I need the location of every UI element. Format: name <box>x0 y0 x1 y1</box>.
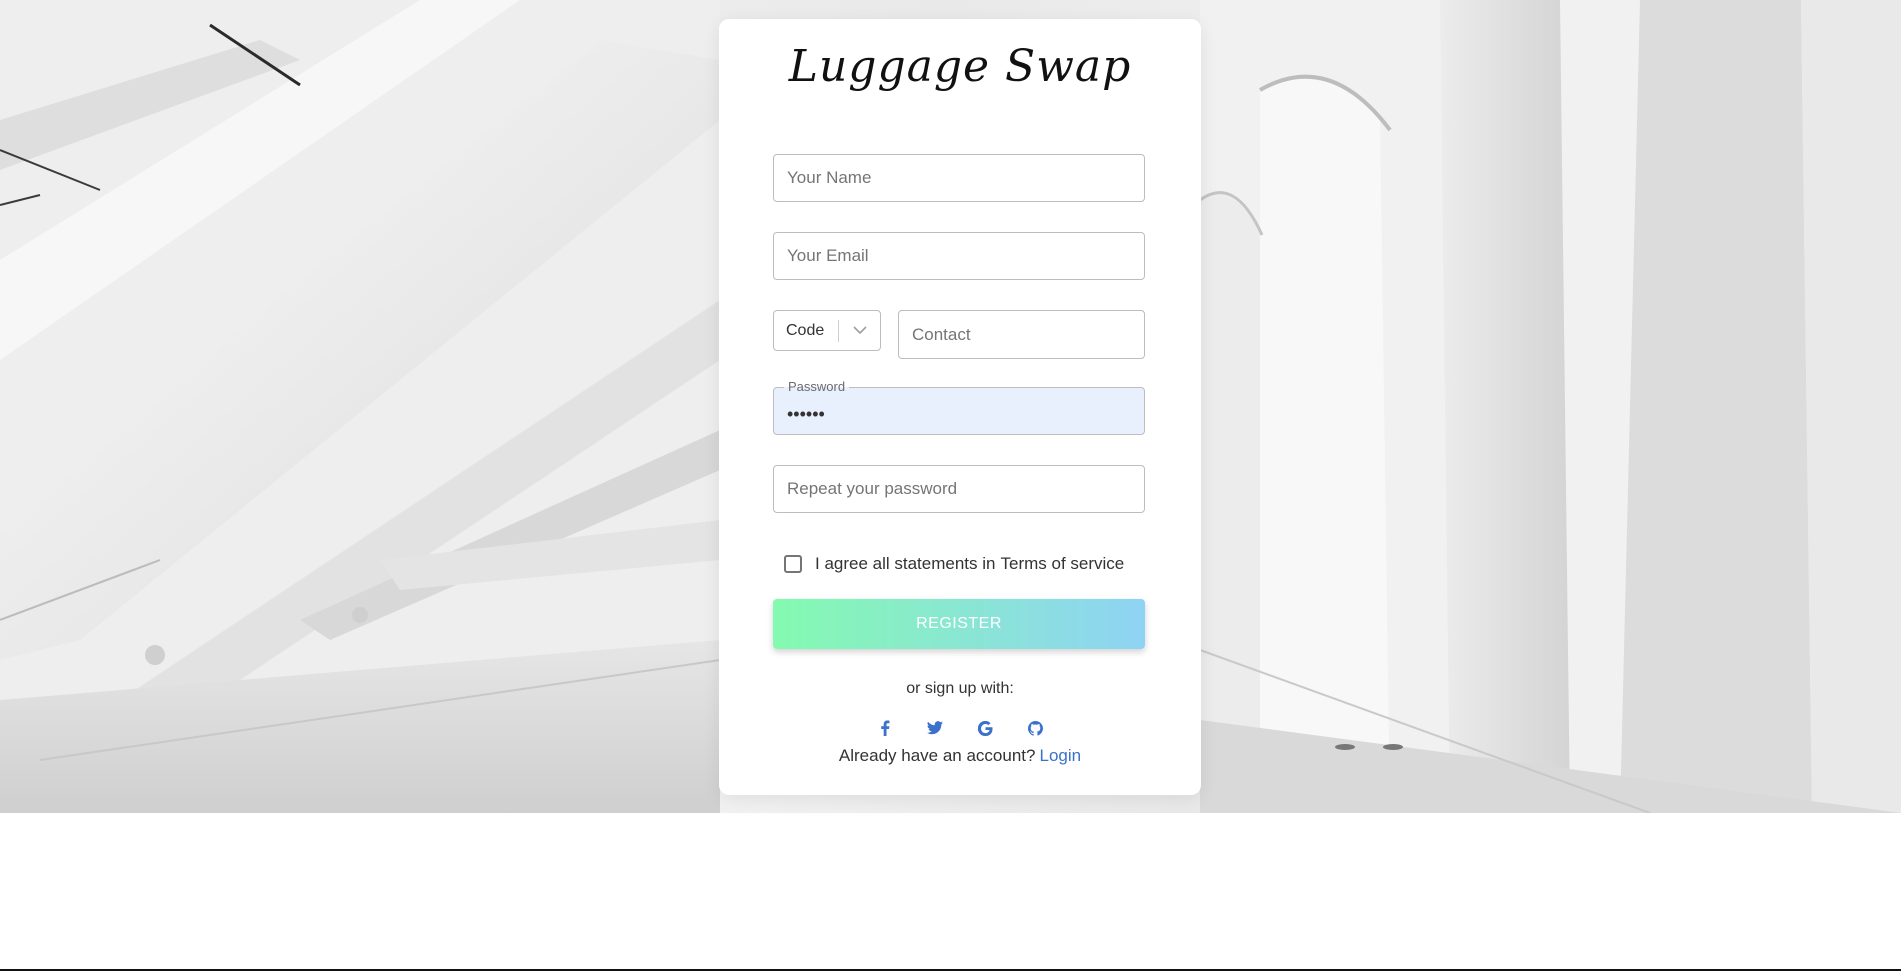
repeat-password-input[interactable] <box>774 466 1144 512</box>
terms-agreement: I agree all statements in Terms of servi… <box>784 554 1124 574</box>
github-icon[interactable] <box>1026 719 1044 737</box>
social-signup-label: or sign up with: <box>906 680 1014 697</box>
social-icons <box>719 719 1201 737</box>
email-field[interactable] <box>773 232 1145 280</box>
name-field[interactable] <box>773 154 1145 202</box>
name-input[interactable] <box>774 155 1144 201</box>
login-prompt: Already have an account? Login <box>719 746 1201 766</box>
password-field[interactable]: Password <box>773 379 1145 435</box>
login-link[interactable]: Login <box>1039 746 1081 765</box>
contact-input[interactable] <box>899 311 1144 358</box>
terms-checkbox[interactable] <box>784 555 802 573</box>
repeat-password-field[interactable] <box>773 465 1145 513</box>
register-card: Luggage Swap Code Password I agree all s… <box>719 19 1201 795</box>
facebook-icon[interactable] <box>876 719 894 737</box>
country-code-value: Code <box>786 321 825 339</box>
chevron-down-icon[interactable] <box>839 326 880 335</box>
twitter-icon[interactable] <box>926 719 944 737</box>
google-icon[interactable] <box>976 719 994 737</box>
login-prompt-text: Already have an account? <box>838 746 1036 765</box>
country-code-select[interactable]: Code <box>773 310 881 351</box>
brand-title: Luggage Swap <box>788 41 1132 92</box>
terms-agree-text: I agree all statements in <box>815 554 996 573</box>
contact-field[interactable] <box>898 310 1145 359</box>
password-label: Password <box>784 379 850 395</box>
email-input[interactable] <box>774 233 1144 279</box>
register-button[interactable]: REGISTER <box>773 599 1145 649</box>
terms-of-service-link[interactable]: Terms of service <box>1000 554 1124 574</box>
